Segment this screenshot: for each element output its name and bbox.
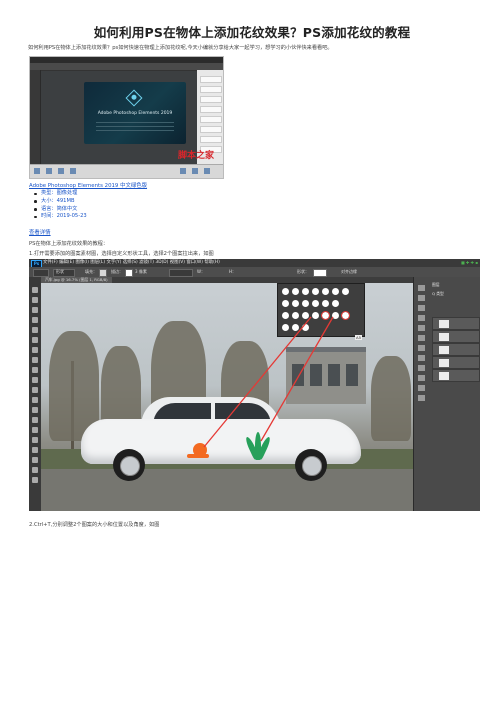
layers-panel-header: 图层 <box>432 282 440 287</box>
layer-row[interactable] <box>432 317 480 330</box>
layer-row[interactable] <box>432 330 480 343</box>
ps-right-panel: 图层 Q 类型 <box>413 277 480 511</box>
intro-paragraph: 如何利用PS在物体上添加花纹效果？ps如何快速在物理上添加花纹呢,今天小编就分享… <box>28 45 333 51</box>
pse-logo-icon <box>125 89 143 107</box>
step-intro: PS在物体上添加花纹效果的教程： <box>29 241 109 247</box>
splash-product-name: Adobe Photoshop Elements 2019 <box>97 111 173 116</box>
meta-date: 时间：2019-05-23 <box>33 213 87 221</box>
layer-row[interactable] <box>432 343 480 356</box>
photoshop-car-screenshot: Ps 文件(F) 编辑(E) 图像(I) 图层(L) 文字(Y) 选择(S) 滤… <box>29 259 480 511</box>
meta-type: 类型：图像处理 <box>33 190 87 198</box>
layer-row[interactable] <box>432 356 480 369</box>
download-link[interactable]: Adobe Photoshop Elements 2019 中文绿色版 <box>29 181 147 189</box>
watermark: 脚本之家 <box>178 151 215 161</box>
article-page: 如何利用PS在物体上添加花纹效果？PS添加花纹的教程 如何利用PS在物体上添加花… <box>0 0 504 713</box>
layers-filter: Q 类型 <box>432 291 444 296</box>
photoshop-elements-screenshot: Adobe Photoshop Elements 2019 脚本之家 <box>29 56 224 179</box>
pse-splash-screen: Adobe Photoshop Elements 2019 <box>84 82 186 144</box>
view-details-link[interactable]: 查看详情 <box>29 228 51 236</box>
pse-toolbar <box>30 63 223 71</box>
step-1-text: 1.打开需要添加的图案素材图，选择自定义形状工具，选择2个图案拉出来，如图 <box>29 251 214 257</box>
pse-tool-column <box>30 70 41 165</box>
layer-row[interactable] <box>432 369 480 382</box>
pse-bottom-bar <box>30 164 223 178</box>
meta-size: 大小：491MB <box>33 198 87 206</box>
step-2-text: 2.Ctrl+T,分别调整2个图案的大小和位置以及角度，如图 <box>29 522 160 528</box>
page-title: 如何利用PS在物体上添加花纹效果？PS添加花纹的教程 <box>93 25 411 40</box>
software-meta-list: 类型：图像处理 大小：491MB 语言：简体中文 时间：2019-05-23 <box>33 190 87 221</box>
